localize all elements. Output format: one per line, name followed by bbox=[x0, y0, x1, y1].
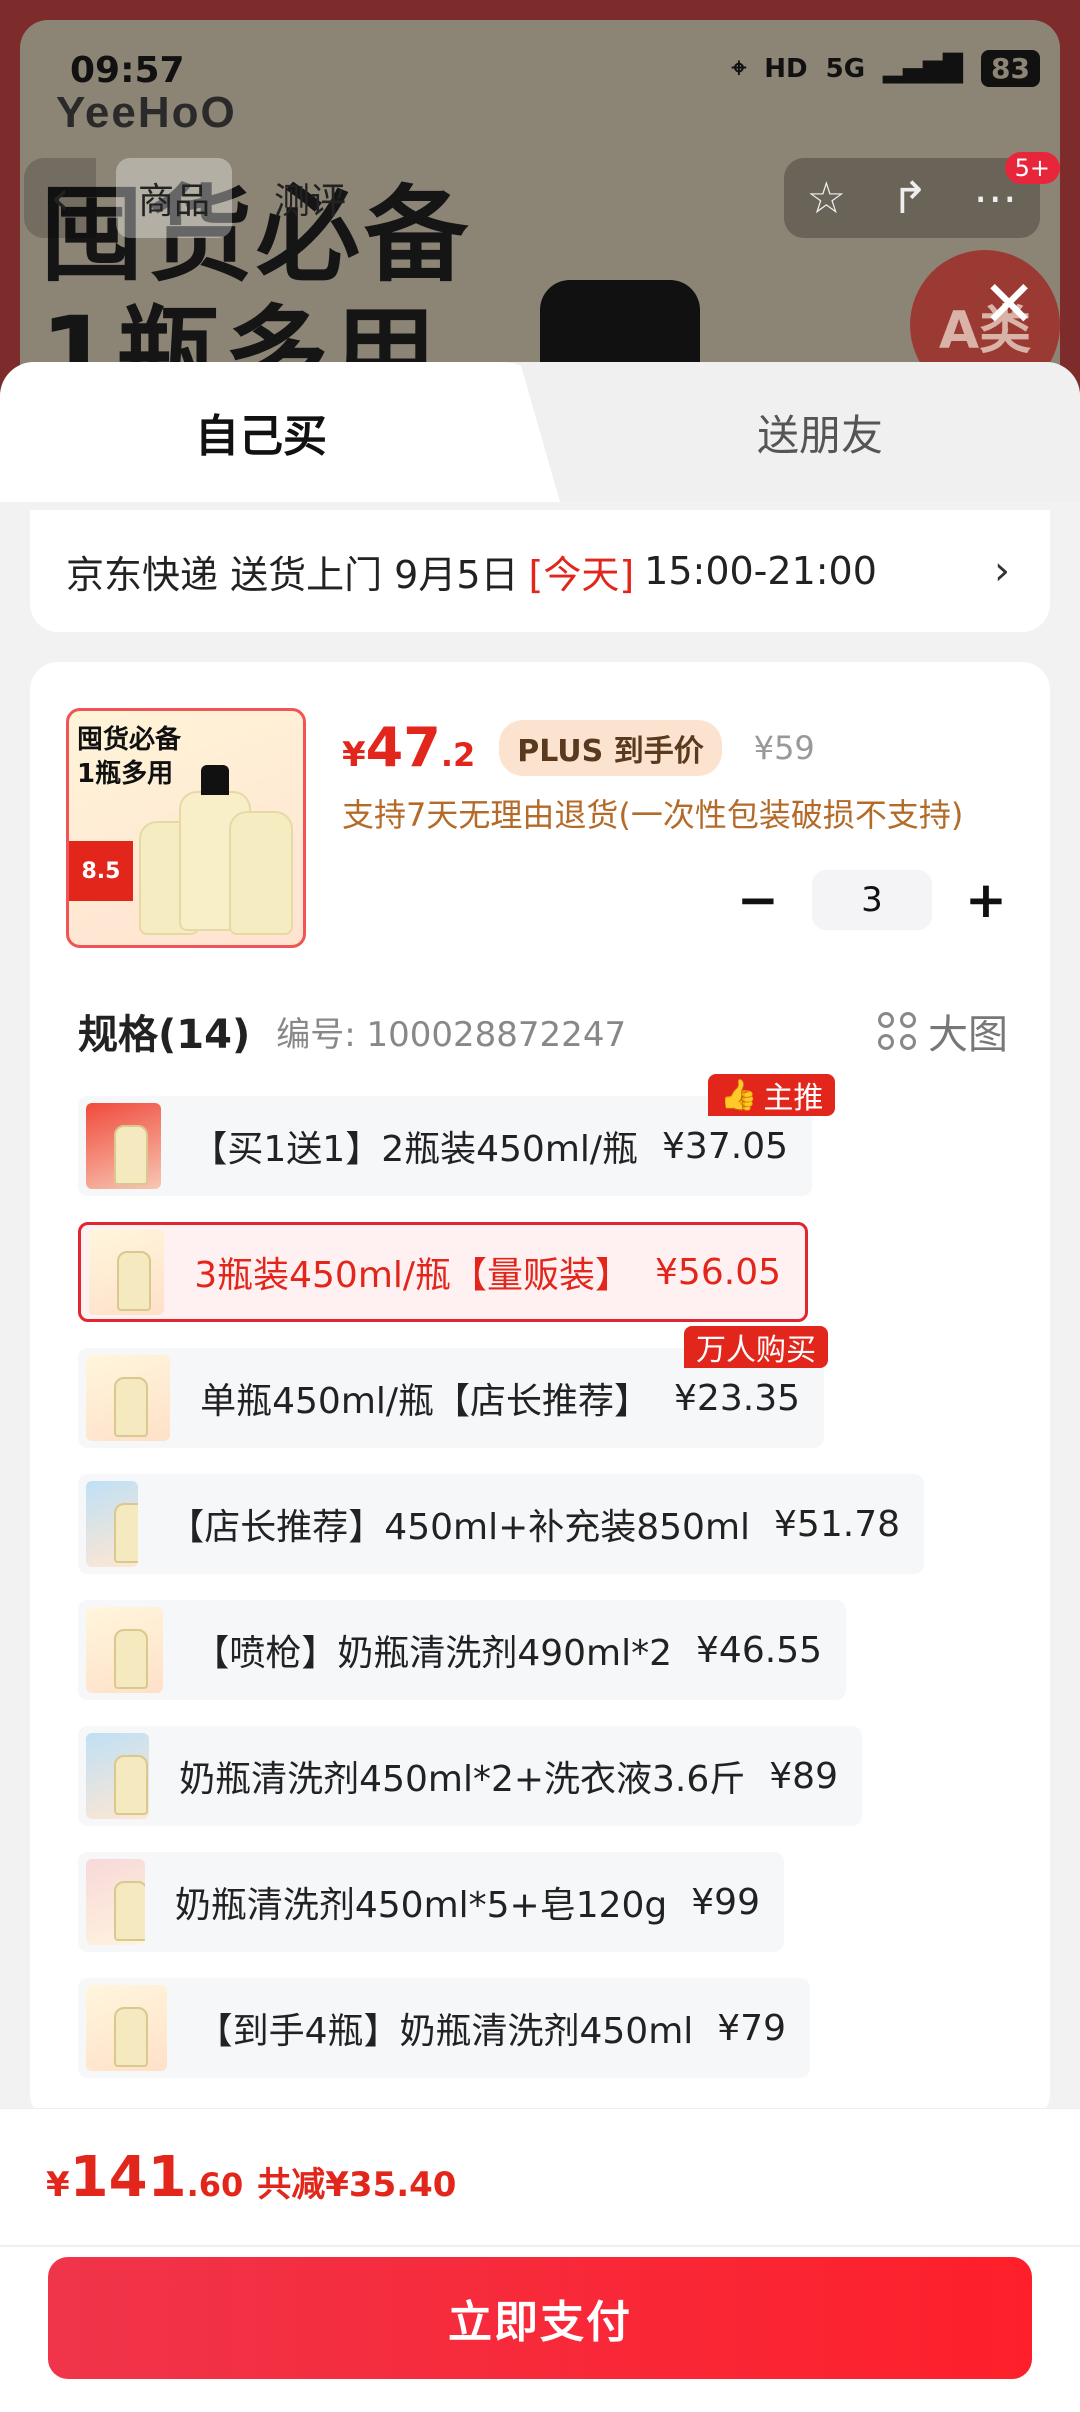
divider bbox=[0, 2245, 1080, 2247]
status-icons: ⌖ HD 5G ▂▄▆█ 83 bbox=[732, 50, 1040, 87]
option-thumbnail bbox=[86, 1733, 150, 1819]
popular-tag: 万人购买 bbox=[684, 1326, 828, 1368]
tab-self-label: 自己买 bbox=[195, 411, 327, 462]
close-icon[interactable]: ✕ bbox=[974, 268, 1044, 342]
pay-now-button[interactable]: 立即支付 bbox=[48, 2257, 1032, 2379]
purchase-sheet: 送朋友 自己买 京东快递 送货上门 9月5日 [今天] 15:00-21:00 … bbox=[0, 362, 1080, 2412]
thumbs-up-icon: 👍 bbox=[720, 1077, 758, 1113]
background-nav: ‹ 商品 测评 bbox=[24, 158, 368, 238]
option-label: 【买1送1】2瓶装450ml/瓶 bbox=[191, 1129, 639, 1170]
network-label: 5G bbox=[825, 53, 866, 84]
option-price: ¥79 bbox=[717, 2007, 786, 2049]
spec-title: 规格(14) bbox=[78, 1012, 251, 1058]
thumbnail-badge: 8.5 bbox=[69, 841, 133, 901]
plus-button[interactable]: + bbox=[958, 871, 1014, 929]
purchase-tabs: 送朋友 自己买 bbox=[0, 362, 1080, 502]
background-actions: ☆ ↱ ⋯ bbox=[784, 158, 1040, 238]
option-thumbnail bbox=[86, 1607, 164, 1693]
spec-header: 规格(14) 编号: 100028872247 大图 bbox=[78, 1002, 1008, 1060]
product-card: 囤货必备 1瓶多用 8.5 ¥47.2 PLUS 到手价 ¥59 支持7天无理由退… bbox=[30, 662, 1050, 2122]
location-icon: ⌖ bbox=[731, 53, 747, 83]
tab-product[interactable]: 商品 bbox=[116, 158, 233, 238]
message-badge: 5+ bbox=[1004, 152, 1060, 184]
option-thumbnail bbox=[89, 1229, 165, 1315]
background-product-page: YeeHoO 囤货必备 1瓶多用 A类 09:57 ⌖ HD 5G ▂▄▆█ 8… bbox=[0, 0, 1080, 420]
star-icon[interactable]: ☆ bbox=[807, 173, 846, 224]
plus-price: ¥47.2 bbox=[342, 716, 475, 779]
option-label: 3瓶装450ml/瓶【量贩装】 bbox=[194, 1255, 632, 1296]
status-time: 09:57 bbox=[70, 50, 185, 91]
option-thumbnail bbox=[86, 1859, 145, 1945]
price-row: ¥47.2 PLUS 到手价 ¥59 bbox=[342, 716, 815, 779]
tab-gift-friend[interactable]: 送朋友 bbox=[500, 362, 1080, 502]
thumbnail-text: 囤货必备 1瓶多用 bbox=[77, 725, 182, 789]
thumbnail-pump bbox=[201, 765, 229, 795]
tab-buy-self[interactable]: 自己买 bbox=[0, 362, 560, 502]
total-dec: .60 bbox=[186, 2166, 244, 2204]
price-dec: .2 bbox=[440, 736, 476, 774]
grid-icon bbox=[878, 1012, 916, 1050]
spec-option[interactable]: 【店长推荐】450ml+补充装850ml ¥51.78 bbox=[78, 1474, 924, 1574]
delivery-time: 15:00-21:00 bbox=[644, 549, 877, 593]
spec-option[interactable]: 【喷枪】奶瓶清洗剂490ml*2 ¥46.55 bbox=[78, 1600, 846, 1700]
price-symbol: ¥ bbox=[342, 735, 366, 775]
option-thumbnail bbox=[86, 1355, 171, 1441]
original-price: ¥59 bbox=[753, 728, 815, 767]
back-icon[interactable]: ‹ bbox=[24, 158, 96, 238]
delivery-today: [今天] bbox=[528, 552, 635, 597]
option-price: ¥56.05 bbox=[655, 1251, 781, 1293]
tab-review[interactable]: 测评 bbox=[252, 158, 368, 238]
status-bar: 09:57 ⌖ HD 5G ▂▄▆█ 83 bbox=[0, 40, 1080, 100]
option-label: 单瓶450ml/瓶【店长推荐】 bbox=[200, 1381, 651, 1422]
spec-option-selected[interactable]: 3瓶装450ml/瓶【量贩装】 ¥56.05 bbox=[78, 1222, 808, 1322]
signal-icon: ▂▄▆█ bbox=[883, 53, 964, 84]
delivery-prefix: 京东快递 送货上门 9月5日 bbox=[66, 552, 519, 597]
checkout-bar: ¥141.60 共减¥35.40 立即支付 bbox=[0, 2108, 1080, 2412]
option-price: ¥23.35 bbox=[674, 1377, 800, 1419]
option-thumbnail bbox=[86, 1481, 139, 1567]
delivery-info[interactable]: 京东快递 送货上门 9月5日 [今天] 15:00-21:00 › bbox=[30, 510, 1050, 632]
option-price: ¥51.78 bbox=[774, 1503, 900, 1545]
quantity-value[interactable]: 3 bbox=[812, 870, 932, 930]
return-policy: 支持7天无理由退货(一次性包装破损不支持) bbox=[342, 796, 964, 834]
spec-option[interactable]: 【到手4瓶】奶瓶清洗剂450ml ¥79 bbox=[78, 1978, 810, 2078]
product-code: 编号: 100028872247 bbox=[276, 1014, 627, 1055]
thumbnail-bottle bbox=[229, 811, 293, 935]
spec-option[interactable]: 【买1送1】2瓶装450ml/瓶 ¥37.05 bbox=[78, 1096, 812, 1196]
total-price: ¥141.60 共减¥35.40 bbox=[46, 2145, 456, 2210]
total-symbol: ¥ bbox=[46, 2165, 70, 2205]
option-price: ¥99 bbox=[691, 1881, 760, 1923]
option-label: 【店长推荐】450ml+补充装850ml bbox=[168, 1507, 751, 1548]
option-label: 奶瓶清洗剂450ml*5+皂120g bbox=[174, 1885, 668, 1926]
option-price: ¥46.55 bbox=[696, 1629, 822, 1671]
tag-label: 主推 bbox=[763, 1081, 824, 1116]
price-int: 47 bbox=[365, 716, 441, 779]
tab-gift-label: 送朋友 bbox=[756, 410, 883, 460]
big-image-label: 大图 bbox=[928, 1012, 1008, 1058]
big-image-button[interactable]: 大图 bbox=[878, 1002, 1008, 1060]
quantity-stepper: − 3 + bbox=[730, 870, 1014, 930]
spec-option[interactable]: 奶瓶清洗剂450ml*2+洗衣液3.6斤 ¥89 bbox=[78, 1726, 862, 1826]
option-thumbnail bbox=[86, 1985, 167, 2071]
battery-icon: 83 bbox=[981, 50, 1040, 87]
spec-option[interactable]: 奶瓶清洗剂450ml*5+皂120g ¥99 bbox=[78, 1852, 784, 1952]
option-price: ¥37.05 bbox=[662, 1125, 788, 1167]
plus-price-badge: PLUS 到手价 bbox=[499, 719, 722, 776]
minus-button[interactable]: − bbox=[730, 871, 786, 929]
option-label: 【到手4瓶】奶瓶清洗剂450ml bbox=[196, 2011, 694, 2052]
total-savings: 共减¥35.40 bbox=[257, 2165, 457, 2205]
option-thumbnail bbox=[86, 1103, 162, 1189]
share-icon[interactable]: ↱ bbox=[891, 173, 928, 224]
option-price: ¥89 bbox=[769, 1755, 838, 1797]
chevron-right-icon: › bbox=[994, 548, 1010, 594]
product-thumbnail[interactable]: 囤货必备 1瓶多用 8.5 bbox=[66, 708, 306, 948]
option-label: 【喷枪】奶瓶清洗剂490ml*2 bbox=[193, 1633, 673, 1674]
hd-icon: HD bbox=[764, 53, 808, 84]
recommended-tag: 👍 主推 bbox=[708, 1074, 836, 1116]
option-label: 奶瓶清洗剂450ml*2+洗衣液3.6斤 bbox=[179, 1759, 746, 1800]
total-int: 141 bbox=[69, 2145, 187, 2210]
